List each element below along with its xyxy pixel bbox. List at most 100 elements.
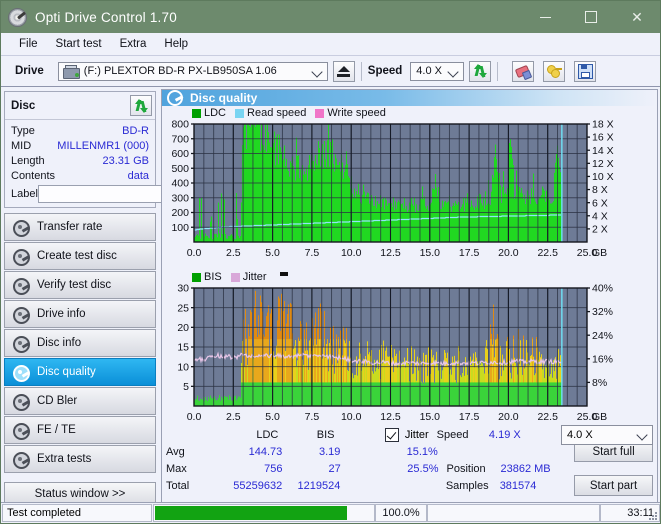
svg-text:0.0: 0.0	[187, 247, 202, 259]
legend-swatch-jitter	[230, 272, 240, 282]
svg-text:700: 700	[171, 133, 189, 145]
svg-text:GB: GB	[592, 411, 607, 423]
stats-avg-ldc: 144.73	[248, 445, 283, 458]
sidebar-item-label: Disc quality	[37, 366, 96, 378]
erase-button[interactable]	[512, 60, 535, 82]
drive-label: Drive	[15, 65, 44, 77]
window-title: Opti Drive Control 1.70	[35, 9, 177, 25]
legend-label-ldc: LDC	[204, 107, 227, 119]
svg-text:17.5: 17.5	[459, 247, 480, 259]
disc-row-value: BD-R	[122, 124, 149, 137]
stats-header-row: LDC BIS Jitter Speed 4.19 X 4.0 X	[166, 424, 653, 445]
sidebar-item-label: CD Bler	[37, 395, 78, 407]
stats-row-label: Max	[166, 462, 187, 475]
speed-select[interactable]: 4.0 X	[410, 61, 465, 81]
svg-text:2.5: 2.5	[226, 247, 241, 259]
progress-percent: 100.0%	[375, 504, 427, 522]
position-key: Position	[446, 462, 486, 475]
svg-text:GB: GB	[592, 247, 607, 259]
eject-icon	[337, 65, 351, 77]
sidebar-item-cd-bler[interactable]: CD Bler	[4, 387, 156, 415]
result-speed-select[interactable]: 4.0 X	[561, 424, 653, 445]
svg-text:17.5: 17.5	[459, 411, 480, 423]
chart-legend-bottom: BIS Jitter	[162, 270, 657, 284]
jitter-toggle[interactable]: Jitter	[335, 427, 437, 442]
jitter-checkbox[interactable]	[384, 427, 399, 442]
disc-row-value: MILLENMR1 (000)	[57, 139, 149, 152]
chart-legend-top: LDC Read speed Write speed	[162, 106, 657, 120]
disc-icon	[12, 277, 30, 295]
status-bar: Test completed 100.0% 33:11	[1, 502, 660, 523]
sidebar-item-fe-te[interactable]: FE / TE	[4, 416, 156, 444]
svg-text:15.0: 15.0	[420, 411, 441, 423]
sidebar: Disc Type BD-R MID MILLENMR1 (000) Lengt…	[1, 87, 193, 516]
speed-label: Speed	[367, 65, 403, 77]
sidebar-item-verify-test-disc[interactable]: Verify test disc	[4, 271, 156, 299]
disc-row-type: Type BD-R	[11, 123, 149, 138]
stats-avg-jitter: 15.1%	[406, 445, 438, 458]
legend-swatch-bis	[192, 272, 201, 282]
save-floppy-icon	[577, 63, 593, 79]
svg-text:400: 400	[171, 178, 189, 190]
disc-refresh-button[interactable]	[130, 95, 152, 116]
minimize-icon[interactable]	[522, 1, 568, 33]
disc-quality-panel: Disc quality LDC Read speed Write speed	[161, 89, 658, 516]
speed-value: 4.19 X	[488, 428, 521, 441]
legend-item-read-speed: Read speed	[235, 107, 306, 119]
sidebar-item-label: Drive info	[37, 308, 86, 320]
sidebar-item-transfer-rate[interactable]: Transfer rate	[4, 213, 156, 241]
ldc-chart[interactable]: 100 200 300 400 500 600 700 800 2 X4 X6 X8 X 10 X…	[162, 120, 657, 268]
svg-text:6 X: 6 X	[592, 197, 608, 209]
menu-item-file[interactable]: File	[10, 36, 47, 52]
menu-item-extra[interactable]: Extra	[111, 36, 156, 52]
eject-button[interactable]	[332, 60, 355, 82]
resize-grip-icon[interactable]	[649, 512, 658, 521]
sidebar-item-extra-tests[interactable]: Extra tests	[4, 445, 156, 473]
nav-list: Transfer rate Create test disc Verify te…	[4, 213, 156, 473]
refresh-button[interactable]	[469, 60, 492, 82]
disc-icon	[12, 306, 30, 324]
disc-row-mid: MID MILLENMR1 (000)	[11, 138, 149, 153]
jitter-label: Jitter	[404, 428, 429, 441]
sidebar-item-label: Extra tests	[37, 453, 92, 465]
keys-button[interactable]	[543, 60, 566, 82]
menu-item-help[interactable]: Help	[155, 36, 197, 52]
window-controls: ✕	[522, 1, 660, 33]
svg-text:5.0: 5.0	[265, 411, 280, 423]
svg-text:18 X: 18 X	[592, 120, 614, 131]
svg-text:15.0: 15.0	[420, 247, 441, 259]
maximize-icon[interactable]	[568, 1, 614, 33]
disc-label-key: Label	[11, 188, 38, 200]
svg-text:16%: 16%	[592, 353, 613, 365]
sidebar-item-label: Create test disc	[37, 250, 117, 262]
svg-text:4 X: 4 X	[592, 210, 608, 222]
bis-jitter-chart[interactable]: 5 10 15 20 25 30 8% 16% 24% 32% 40% 0.0 2.5 5.0 7.5 10.…	[162, 284, 657, 432]
disc-icon	[12, 248, 30, 266]
legend-item-write-speed: Write speed	[315, 107, 386, 119]
sidebar-item-disc-info[interactable]: Disc info	[4, 329, 156, 357]
content-area: Disc quality LDC Read speed Write speed	[159, 87, 660, 516]
svg-text:7.5: 7.5	[305, 411, 320, 423]
refresh-arrows-icon	[134, 98, 148, 113]
svg-text:0.0: 0.0	[187, 411, 202, 423]
drive-select[interactable]: (F:) PLEXTOR BD-R PX-LB950SA 1.06	[57, 61, 328, 81]
speed-select-value: 4.0 X	[416, 65, 442, 77]
svg-text:25: 25	[177, 302, 189, 314]
stats-avg-bis: 3.19	[318, 445, 341, 458]
start-part-button[interactable]: Start part	[574, 475, 653, 496]
svg-text:22.5: 22.5	[537, 411, 558, 423]
close-icon[interactable]: ✕	[614, 1, 660, 33]
menu-item-start-test[interactable]: Start test	[47, 36, 111, 52]
sidebar-item-create-test-disc[interactable]: Create test disc	[4, 242, 156, 270]
svg-text:22.5: 22.5	[537, 247, 558, 259]
disc-row-value: 23.31 GB	[102, 154, 149, 167]
disc-label-row: Label	[11, 185, 193, 203]
svg-text:8 X: 8 X	[592, 184, 608, 196]
disc-icon	[12, 393, 30, 411]
save-button[interactable]	[574, 60, 597, 82]
sidebar-item-disc-quality[interactable]: Disc quality	[4, 358, 156, 386]
sidebar-item-drive-info[interactable]: Drive info	[4, 300, 156, 328]
progress-fill	[155, 506, 347, 520]
legend-item-ldc: LDC	[192, 107, 226, 119]
legend-item-jitter: Jitter	[230, 271, 267, 283]
